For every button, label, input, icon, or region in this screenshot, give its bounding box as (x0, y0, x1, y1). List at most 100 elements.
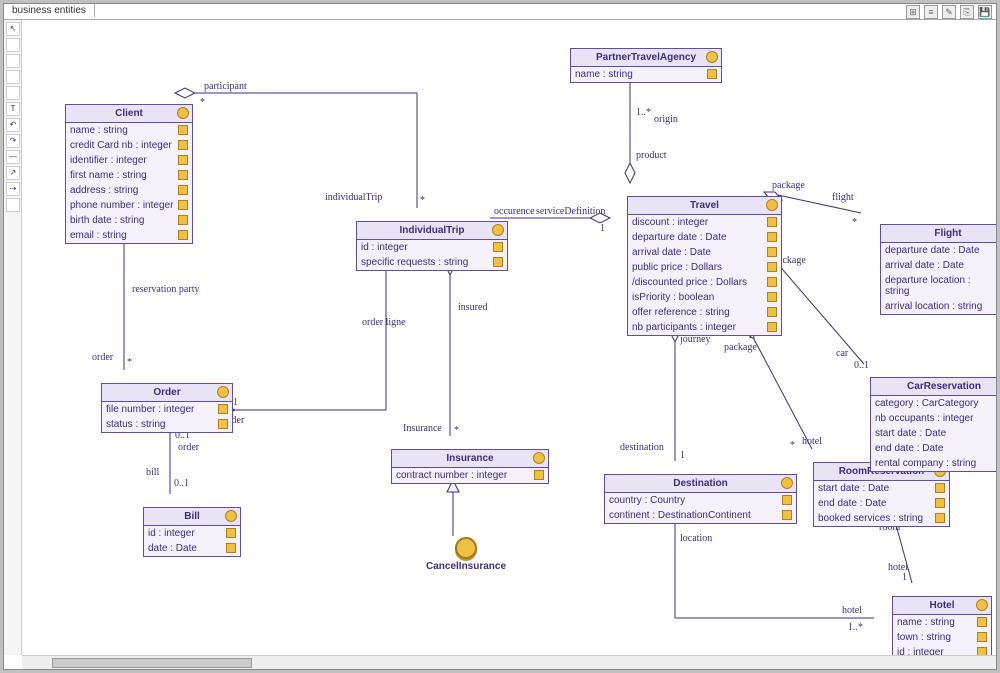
attribute[interactable]: date : Date (144, 541, 240, 556)
attribute[interactable]: booked services : string (814, 511, 949, 526)
h-scrollbar[interactable] (22, 655, 996, 669)
attr-icon (178, 155, 188, 165)
attr-text: name : string (575, 69, 633, 80)
attribute[interactable]: country : Country (605, 493, 796, 508)
attribute[interactable]: departure location : string (881, 273, 996, 299)
attribute[interactable]: departure date : Date (628, 230, 781, 245)
dep-tool-icon[interactable]: ⇢ (6, 182, 20, 196)
attr-icon (218, 404, 228, 414)
attribute[interactable]: public price : Dollars (628, 260, 781, 275)
class-flight[interactable]: Flightdeparture date : Datearrival date … (880, 224, 996, 315)
attribute[interactable]: arrival location : string (881, 299, 996, 314)
svg-text:1..*: 1..* (636, 107, 651, 118)
attribute[interactable]: name : string (66, 123, 192, 138)
attribute[interactable]: status : string (102, 417, 232, 432)
attribute[interactable]: start date : Date (814, 481, 949, 496)
attribute[interactable]: first name : string (66, 168, 192, 183)
attribute[interactable]: end date : Date (814, 496, 949, 511)
class-title: Client (66, 105, 192, 123)
attr-icon (782, 495, 792, 505)
svg-text:participant: participant (204, 81, 247, 92)
attribute[interactable]: town : string (893, 630, 991, 645)
zoom-fit-icon[interactable]: ⊞ (906, 5, 920, 19)
class-bill[interactable]: Billid : integerdate : Date (143, 507, 241, 557)
class-client[interactable]: Clientname : stringcredit Card nb : inte… (65, 104, 193, 244)
attr-text: /discounted price : Dollars (632, 277, 747, 288)
filter-icon[interactable]: ✎ (942, 5, 956, 19)
copy-icon[interactable]: ⎘ (960, 5, 974, 19)
attr-list: category : CarCategorynb occupants : int… (871, 396, 996, 471)
attribute[interactable]: end date : Date (871, 441, 996, 456)
class-carreservation[interactable]: CarReservationcategory : CarCategorynb o… (870, 377, 996, 472)
attr-icon (493, 242, 503, 252)
attribute[interactable]: email : string (66, 228, 192, 243)
class-title: Travel (628, 197, 781, 215)
attribute[interactable]: file number : integer (102, 402, 232, 417)
attr-icon (218, 419, 228, 429)
attribute[interactable]: nb occupants : integer (871, 411, 996, 426)
attribute[interactable]: address : string (66, 183, 192, 198)
class-travel[interactable]: Traveldiscount : integerdeparture date :… (627, 196, 782, 336)
attribute[interactable]: /discounted price : Dollars (628, 275, 781, 290)
attribute[interactable]: departure date : Date (881, 243, 996, 258)
table-tool-icon[interactable] (6, 70, 20, 84)
assoc-tool-icon[interactable]: — (6, 150, 20, 164)
attribute[interactable]: id : integer (893, 645, 991, 655)
svg-text:1..*: 1..* (848, 622, 863, 633)
class-individualtrip[interactable]: IndividualTripid : integerspecific reque… (356, 221, 508, 271)
attr-icon (935, 498, 945, 508)
attribute[interactable]: continent : DestinationContinent (605, 508, 796, 523)
attribute[interactable]: name : string (571, 67, 721, 82)
class-title: Flight (881, 225, 996, 243)
attribute[interactable]: discount : integer (628, 215, 781, 230)
attr-text: start date : Date (875, 428, 946, 439)
attr-text: departure location : string (885, 275, 996, 297)
attribute[interactable]: specific requests : string (357, 255, 507, 270)
attribute[interactable]: start date : Date (871, 426, 996, 441)
attribute[interactable]: birth date : string (66, 213, 192, 228)
scrollbar-thumb[interactable] (52, 658, 252, 668)
attribute[interactable]: credit Card nb : integer (66, 138, 192, 153)
class-icon (217, 386, 229, 398)
table2-tool-icon[interactable] (6, 86, 20, 100)
pointer-icon[interactable]: ↖ (6, 22, 20, 36)
redo-icon[interactable]: ↷ (6, 134, 20, 148)
attribute[interactable]: contract number : integer (392, 468, 548, 483)
note-tool-icon[interactable]: T (6, 102, 20, 116)
svg-text:order: order (178, 442, 200, 453)
class-tool-icon[interactable] (6, 38, 20, 52)
attribute[interactable]: isPriority : boolean (628, 290, 781, 305)
attribute[interactable]: arrival date : Date (628, 245, 781, 260)
undo-icon[interactable]: ↶ (6, 118, 20, 132)
class-destination[interactable]: Destinationcountry : Countrycontinent : … (604, 474, 797, 524)
gen-tool-icon[interactable]: ↗ (6, 166, 20, 180)
entity-tool-icon[interactable] (6, 54, 20, 68)
attribute[interactable]: phone number : integer (66, 198, 192, 213)
class-partnertravelagency[interactable]: PartnerTravelAgencyname : string (570, 48, 722, 83)
class-order[interactable]: Orderfile number : integerstatus : strin… (101, 383, 233, 433)
diagram-canvas[interactable]: participant * * individualTrip occurence… (22, 20, 996, 655)
class-icon (177, 107, 189, 119)
attribute[interactable]: id : integer (144, 526, 240, 541)
attr-text: contract number : integer (396, 470, 507, 481)
save-icon[interactable]: 💾 (978, 5, 992, 19)
node-cancelinsurance[interactable]: CancelInsurance (426, 537, 506, 572)
package-tool-icon[interactable] (6, 198, 20, 212)
attribute[interactable]: rental company : string (871, 456, 996, 471)
outline-icon[interactable]: ≡ (924, 5, 938, 19)
class-hotel[interactable]: Hotelname : stringtown : stringid : inte… (892, 596, 992, 655)
attr-text: arrival location : string (885, 301, 982, 312)
class-insurance[interactable]: Insurancecontract number : integer (391, 449, 549, 484)
attribute[interactable]: nb participants : integer (628, 320, 781, 335)
attr-icon (226, 543, 236, 553)
attr-icon (782, 510, 792, 520)
attribute[interactable]: category : CarCategory (871, 396, 996, 411)
attribute[interactable]: name : string (893, 615, 991, 630)
svg-text:*: * (127, 357, 132, 368)
attribute[interactable]: arrival date : Date (881, 258, 996, 273)
attribute[interactable]: offer reference : string (628, 305, 781, 320)
attribute[interactable]: identifier : integer (66, 153, 192, 168)
svg-text:occurence: occurence (494, 206, 535, 217)
attribute[interactable]: id : integer (357, 240, 507, 255)
tab-business-entities[interactable]: business entities (4, 4, 95, 17)
